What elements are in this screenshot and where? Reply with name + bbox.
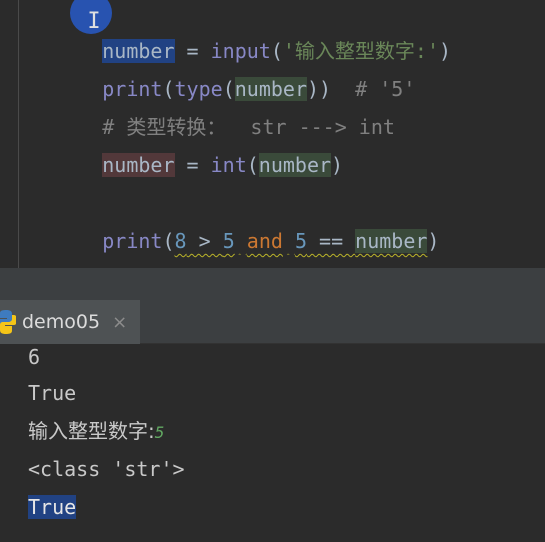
builtin-print[interactable]: print	[102, 229, 162, 253]
python-icon	[0, 310, 16, 334]
paren-close: )	[331, 153, 344, 177]
code-line-3[interactable]: # 类型转换： str ---> int	[30, 82, 395, 139]
user-input-echo: 5	[154, 423, 165, 442]
number-literal: 5	[294, 229, 307, 253]
run-tab-label: demo05	[22, 311, 101, 333]
operator-gt: >	[186, 229, 223, 253]
selected-output[interactable]: True	[28, 495, 77, 519]
code-line-6[interactable]: print(8 > 5 and 5 == number)	[30, 196, 439, 253]
variable-number[interactable]: number	[102, 153, 175, 177]
input-prompt: 输入整型数字:	[28, 419, 155, 443]
console-line: True	[28, 490, 77, 524]
keyword-and: and	[246, 229, 283, 253]
builtin-int[interactable]: int	[211, 153, 247, 177]
code-line-2[interactable]: print(type(number)) # '5'	[30, 44, 415, 101]
paren-close: )	[427, 229, 440, 253]
console-line: 6	[28, 345, 41, 369]
operator-eq: ==	[307, 229, 356, 253]
paren-open: (	[246, 153, 259, 177]
run-console[interactable]: 6 True 输入整型数字:5 <class 'str'> True	[0, 344, 545, 542]
number-literal: 8	[174, 229, 187, 253]
gutter-separator	[18, 0, 19, 268]
run-tab-demo05[interactable]: demo05 ×	[0, 300, 140, 344]
code-line-4[interactable]: number = int(number)	[30, 120, 343, 177]
console-line: True	[28, 381, 77, 405]
run-tool-window-tabbar: demo05 ×	[0, 300, 545, 344]
text-cursor-icon: I	[87, 9, 101, 34]
variable-number[interactable]: number	[355, 229, 428, 253]
code-editor[interactable]: number = input('输入整型数字:') print(type(num…	[0, 0, 545, 268]
close-icon[interactable]: ×	[112, 312, 127, 333]
paren-close: )	[439, 39, 452, 63]
assign-op: =	[174, 153, 211, 177]
warning-expression[interactable]: 8 > 5 and 5 == number	[175, 229, 428, 253]
console-line: 输入整型数字:5	[28, 414, 164, 448]
console-line: <class 'str'>	[28, 457, 185, 481]
pycharm-window: number = input('输入整型数字:') print(type(num…	[0, 0, 545, 542]
panel-divider[interactable]	[0, 268, 545, 300]
variable-number[interactable]: number	[258, 153, 332, 177]
paren-open: (	[162, 229, 175, 253]
number-literal: 5	[222, 229, 235, 253]
